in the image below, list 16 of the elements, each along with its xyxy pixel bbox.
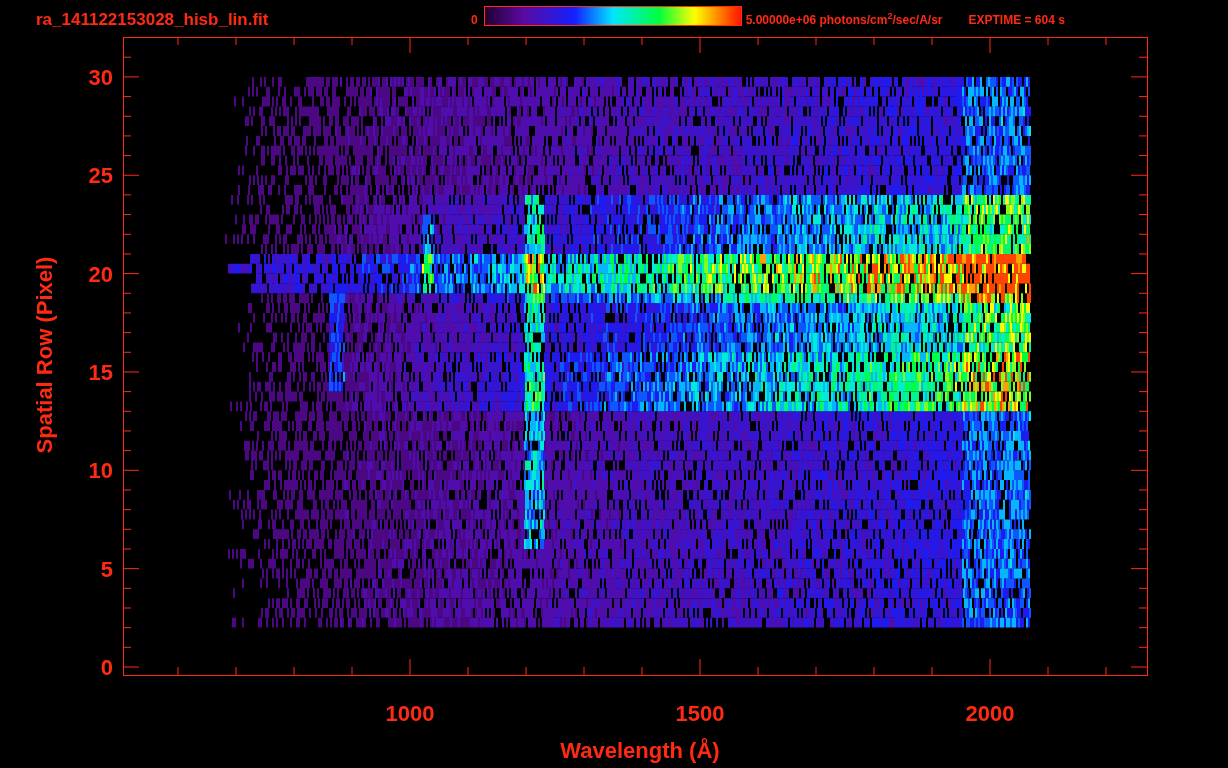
x-tick-label: 2000 [965,701,1015,726]
x-tick-label: 1500 [675,701,725,726]
colorbar-max-label: 5.00000e+06 photons/cm$^{2}$/sec/A/sr [745,10,943,29]
y-tick-label: 15 [88,359,113,385]
y-tick-label: 5 [100,556,113,582]
x-tick-label: 1000 [385,701,435,726]
y-tick-label: 0 [100,655,113,680]
y-tick-label: 20 [88,261,113,287]
file-title: ra_141122153028_hisb_lin.fit [36,8,270,31]
y-tick-label: 30 [88,64,113,90]
y-tick-label: 25 [88,163,113,189]
y-tick-label: 10 [88,458,113,484]
exposure-time: EXPTIME = 604 s [968,11,1065,29]
y-axis-label: Spatial Row (Pixel) [32,256,57,454]
colorbar-min-label: 0 [471,11,478,29]
x-axis-label: Wavelength (Å) [560,738,720,763]
